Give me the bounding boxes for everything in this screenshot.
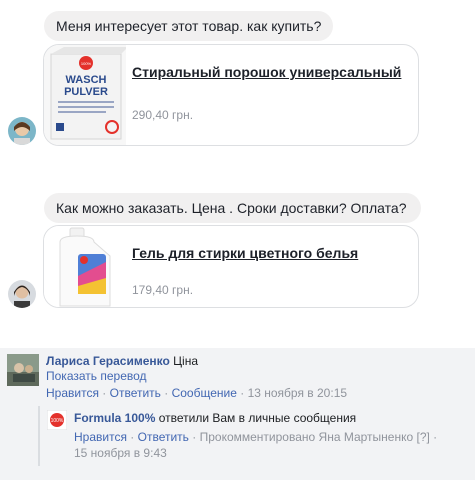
formula-logo-icon: 100% — [47, 410, 67, 430]
commented-by-text: Прокомментировано Яна Мартыненко — [199, 430, 414, 444]
user-avatar-icon — [8, 117, 36, 145]
like-link[interactable]: Нравится — [74, 430, 127, 444]
separator: · — [188, 430, 200, 444]
commenter-avatar[interactable] — [7, 354, 39, 386]
box-label-bottom: PULVER — [64, 86, 108, 98]
see-translation-link[interactable]: Показать перевод — [46, 369, 147, 383]
box-label-top: WASCH — [66, 74, 107, 86]
separator: · — [98, 386, 110, 400]
separator: · — [126, 430, 138, 444]
product-title-link[interactable]: Гель для стирки цветного белья — [132, 245, 358, 261]
message-bubble: Как можно заказать. Цена . Сроки доставк… — [44, 193, 421, 223]
product-image — [44, 226, 126, 307]
reply-actions: Нравится · Ответить · Прокомментировано … — [74, 429, 437, 445]
product-price: 179,40 грн. — [132, 283, 194, 297]
product-image: 100% WASCH PULVER — [44, 45, 128, 145]
message-text: Меня интересует этот товар. как купить? — [56, 18, 322, 34]
user-avatar-icon — [8, 280, 36, 308]
reply-author-link[interactable]: Formula 100% — [74, 411, 155, 425]
product-title-link[interactable]: Стиральный порошок универсальный — [132, 64, 401, 80]
see-translation-row: Показать перевод — [46, 368, 147, 384]
customer-avatar[interactable] — [8, 280, 36, 308]
comment-line: Лариса Герасименко Ціна — [46, 353, 198, 369]
comment-text: Ціна — [173, 354, 199, 368]
product-price: 290,40 грн. — [132, 108, 194, 122]
detergent-bottle-image — [44, 226, 126, 307]
message-text: Как можно заказать. Цена . Сроки доставк… — [56, 200, 407, 216]
like-link[interactable]: Нравится — [46, 386, 99, 400]
reply-link[interactable]: Ответить — [138, 430, 189, 444]
comment-actions: Нравится · Ответить · Сообщение · 13 ноя… — [46, 385, 347, 401]
customer-avatar[interactable] — [8, 117, 36, 145]
separator: · — [160, 386, 172, 400]
brand-badge-text: 100% — [81, 61, 92, 66]
reply-link[interactable]: Ответить — [110, 386, 161, 400]
product-card[interactable]: 100% WASCH PULVER Стиральный порошок уни… — [43, 44, 419, 146]
logo-text: 100% — [51, 418, 64, 424]
reply-timestamp[interactable]: 15 ноября в 9:43 — [74, 446, 167, 460]
reply-thread-line — [38, 406, 40, 466]
reply-text: ответили Вам в личные сообщения — [158, 411, 357, 425]
messenger-thread: Меня интересует этот товар. как купить? … — [0, 0, 475, 480]
separator: · — [429, 430, 438, 444]
comments-section: Лариса Герасименко Ціна Показать перевод… — [0, 348, 475, 480]
reply-timestamp-row: 15 ноября в 9:43 — [74, 445, 167, 461]
reply-line: Formula 100% ответили Вам в личные сообщ… — [74, 410, 356, 426]
product-card[interactable]: Гель для стирки цветного белья 179,40 гр… — [43, 225, 419, 308]
separator: · — [236, 386, 248, 400]
comment-author-link[interactable]: Лариса Герасименко — [46, 354, 170, 368]
help-link[interactable]: [?] — [417, 430, 430, 444]
comment-timestamp[interactable]: 13 ноября в 20:15 — [248, 386, 347, 400]
message-link[interactable]: Сообщение — [172, 386, 237, 400]
detergent-box-image: 100% WASCH PULVER — [44, 45, 128, 145]
message-bubble: Меня интересует этот товар. как купить? — [44, 11, 333, 41]
user-avatar-icon — [7, 354, 39, 386]
page-avatar[interactable]: 100% — [47, 410, 67, 430]
